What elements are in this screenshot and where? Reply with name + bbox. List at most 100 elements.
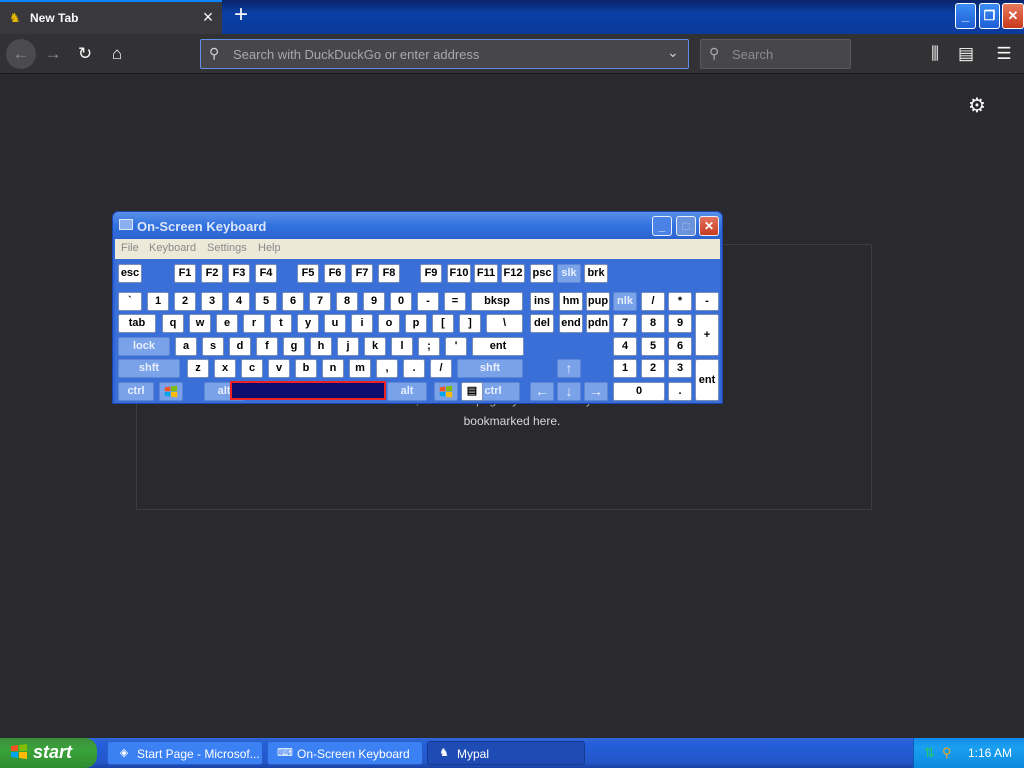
- osk-key-s[interactable]: s: [202, 337, 224, 356]
- osk-key-f6[interactable]: F6: [324, 264, 346, 283]
- osk-key-shft[interactable]: shft: [118, 359, 180, 378]
- osk-key-o[interactable]: o: [378, 314, 400, 333]
- osk-key-7[interactable]: 7: [613, 314, 637, 333]
- osk-key-q[interactable]: q: [162, 314, 184, 333]
- windows-key-left-icon[interactable]: [159, 382, 183, 401]
- osk-key-6[interactable]: 6: [668, 337, 692, 356]
- hamburger-menu-icon[interactable]: ☰: [991, 41, 1017, 67]
- osk-key-f4[interactable]: F4: [255, 264, 277, 283]
- taskbar-item-mypal[interactable]: ♞ Mypal: [427, 741, 585, 765]
- osk-key-h[interactable]: h: [310, 337, 332, 356]
- home-button[interactable]: ⌂: [104, 41, 130, 67]
- osk-key-2[interactable]: 2: [641, 359, 665, 378]
- osk-key-4[interactable]: 4: [613, 337, 637, 356]
- network-icon[interactable]: ⇅: [924, 745, 940, 761]
- osk-key-w[interactable]: w: [189, 314, 211, 333]
- window-restore-button[interactable]: ❐: [979, 3, 1000, 29]
- osk-key-bksp[interactable]: bksp: [471, 292, 523, 311]
- taskbar-item-start-page[interactable]: ◈ Start Page - Microsof...: [107, 741, 263, 765]
- osk-key-ins[interactable]: ins: [530, 292, 554, 311]
- magnifier-icon[interactable]: ⚲: [942, 745, 958, 761]
- forward-button[interactable]: →: [40, 41, 66, 67]
- menu-keyboard[interactable]: Keyboard: [149, 242, 196, 254]
- osk-key-minus[interactable]: -: [695, 292, 719, 311]
- osk-key-hm[interactable]: hm: [559, 292, 583, 311]
- osk-key-c[interactable]: c: [241, 359, 263, 378]
- osk-key-lbracket[interactable]: [: [432, 314, 454, 333]
- osk-key-comma[interactable]: ,: [376, 359, 398, 378]
- osk-key-down-arrow[interactable]: ↓: [557, 382, 581, 401]
- osk-key-0[interactable]: 0: [390, 292, 412, 311]
- osk-key-pup[interactable]: pup: [586, 292, 610, 311]
- osk-key-rbracket[interactable]: ]: [459, 314, 481, 333]
- osk-key-left-arrow[interactable]: ←: [530, 382, 554, 401]
- osk-key-1[interactable]: 1: [613, 359, 637, 378]
- osk-key-r[interactable]: r: [243, 314, 265, 333]
- osk-key-f9[interactable]: F9: [420, 264, 442, 283]
- osk-key-f3[interactable]: F3: [228, 264, 250, 283]
- osk-key-j[interactable]: j: [337, 337, 359, 356]
- osk-key-f12[interactable]: F12: [501, 264, 525, 283]
- osk-title-bar[interactable]: On-Screen Keyboard _ □ ✕: [113, 212, 722, 239]
- window-close-button[interactable]: ✕: [1002, 3, 1024, 29]
- osk-key-minus[interactable]: -: [417, 292, 439, 311]
- osk-key-f[interactable]: f: [256, 337, 278, 356]
- osk-key-x[interactable]: x: [214, 359, 236, 378]
- osk-key-n[interactable]: n: [322, 359, 344, 378]
- osk-key-y[interactable]: y: [297, 314, 319, 333]
- tab-new-tab[interactable]: ♞ New Tab ×: [0, 0, 222, 34]
- osk-key-end[interactable]: end: [559, 314, 583, 333]
- osk-key-slash[interactable]: /: [430, 359, 452, 378]
- window-minimize-button[interactable]: _: [955, 3, 976, 29]
- osk-key-9[interactable]: 9: [363, 292, 385, 311]
- osk-key-f7[interactable]: F7: [351, 264, 373, 283]
- osk-key-f10[interactable]: F10: [447, 264, 471, 283]
- osk-key-t[interactable]: t: [270, 314, 292, 333]
- gear-icon[interactable]: ⚙: [965, 93, 989, 117]
- osk-key-9[interactable]: 9: [668, 314, 692, 333]
- osk-key-0[interactable]: 0: [613, 382, 665, 401]
- osk-key-tab[interactable]: tab: [118, 314, 156, 333]
- osk-key-quote[interactable]: ': [445, 337, 467, 356]
- osk-key-backtick[interactable]: `: [118, 292, 142, 311]
- osk-key-esc[interactable]: esc: [118, 264, 142, 283]
- library-icon[interactable]: ⫼: [922, 41, 948, 67]
- osk-key-alt[interactable]: alt: [387, 382, 427, 401]
- osk-key-f5[interactable]: F5: [297, 264, 319, 283]
- menu-file[interactable]: File: [121, 242, 139, 254]
- reload-button[interactable]: ↻: [72, 41, 98, 67]
- chevron-down-icon[interactable]: ⌄: [667, 44, 679, 61]
- menu-settings[interactable]: Settings: [207, 242, 247, 254]
- osk-key-3[interactable]: 3: [668, 359, 692, 378]
- back-button[interactable]: ←: [6, 39, 36, 69]
- osk-key-semicolon[interactable]: ;: [418, 337, 440, 356]
- osk-key-p[interactable]: p: [405, 314, 427, 333]
- osk-key-slash[interactable]: /: [641, 292, 665, 311]
- osk-key-d[interactable]: d: [229, 337, 251, 356]
- osk-key-b[interactable]: b: [295, 359, 317, 378]
- osk-key-v[interactable]: v: [268, 359, 290, 378]
- osk-key-shft[interactable]: shft: [457, 359, 523, 378]
- osk-key-up-arrow[interactable]: ↑: [557, 359, 581, 378]
- osk-key-m[interactable]: m: [349, 359, 371, 378]
- osk-key-5[interactable]: 5: [641, 337, 665, 356]
- osk-key-e[interactable]: e: [216, 314, 238, 333]
- osk-key-space[interactable]: [230, 381, 386, 400]
- url-bar[interactable]: ⚲ Search with DuckDuckGo or enter addres…: [200, 39, 689, 69]
- osk-key-8[interactable]: 8: [641, 314, 665, 333]
- sidebar-icon[interactable]: ▤: [953, 41, 979, 67]
- windows-key-right-icon[interactable]: [434, 382, 458, 401]
- osk-key-u[interactable]: u: [324, 314, 346, 333]
- osk-key-ent[interactable]: ent: [695, 359, 719, 401]
- search-input[interactable]: ⚲ Search: [700, 39, 851, 69]
- osk-key-psc[interactable]: psc: [530, 264, 554, 283]
- osk-key-a[interactable]: a: [175, 337, 197, 356]
- osk-key-l[interactable]: l: [391, 337, 413, 356]
- menu-help[interactable]: Help: [258, 242, 281, 254]
- context-menu-key-icon[interactable]: ▤: [461, 382, 483, 401]
- osk-key-i[interactable]: i: [351, 314, 373, 333]
- osk-key-lock[interactable]: lock: [118, 337, 170, 356]
- start-button[interactable]: start: [0, 738, 97, 768]
- osk-key-equals[interactable]: =: [444, 292, 466, 311]
- osk-key-nlk[interactable]: nlk: [613, 292, 637, 311]
